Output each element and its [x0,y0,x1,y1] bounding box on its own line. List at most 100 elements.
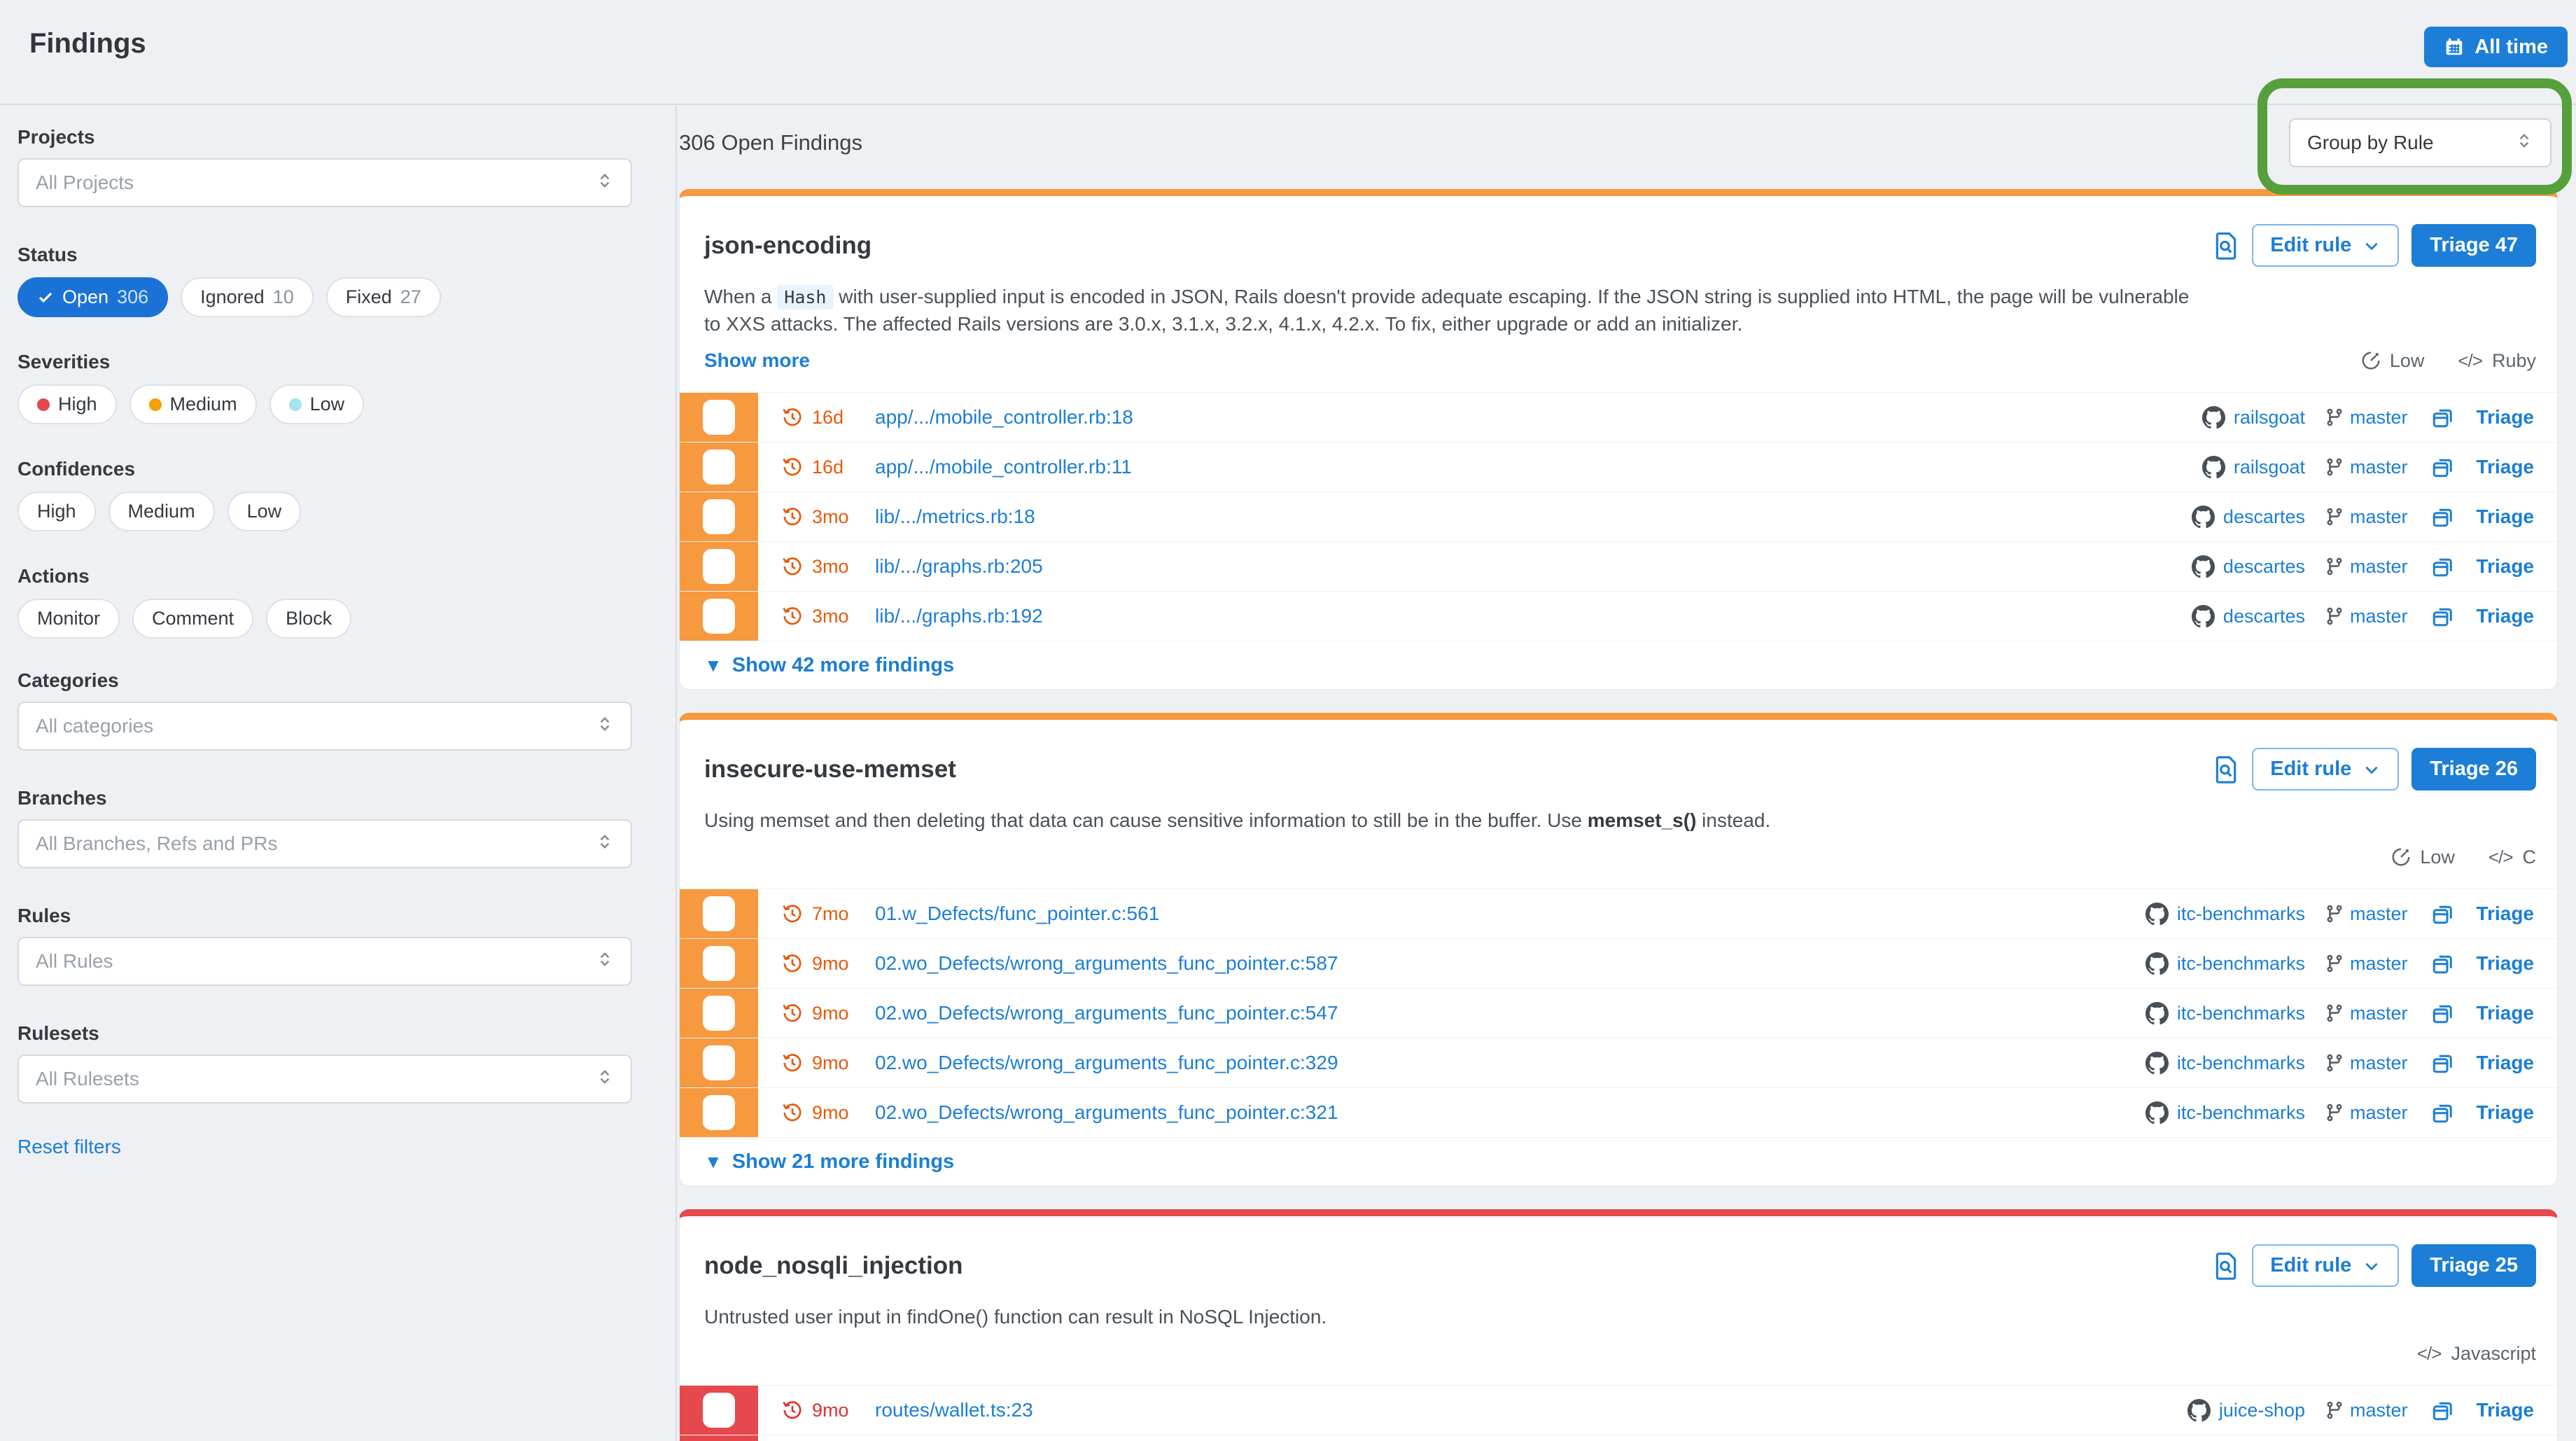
triage-all-button[interactable]: Triage 25 [2412,1244,2536,1287]
open-windows-icon[interactable] [2430,1100,2456,1125]
finding-path-link[interactable]: app/.../mobile_controller.rb:11 [875,456,1132,478]
triage-row-link[interactable]: Triage [2477,1399,2534,1421]
repo-link[interactable]: juice-shop [2219,1400,2305,1421]
finding-checkbox[interactable] [703,1095,735,1130]
rules-select[interactable]: All Rules [18,937,632,986]
show-more-findings[interactable]: ▼ Show 21 more findings [680,1138,2557,1185]
repo-link[interactable]: descartes [2223,556,2305,578]
triage-row-link[interactable]: Triage [2477,506,2534,528]
open-windows-icon[interactable] [2430,1398,2456,1423]
repo-link[interactable]: descartes [2223,506,2305,528]
finding-path-link[interactable]: 02.wo_Defects/wrong_arguments_func_point… [875,952,1338,975]
finding-path-link[interactable]: 02.wo_Defects/wrong_arguments_func_point… [875,1101,1338,1124]
group-by-select[interactable]: Group by Rule [2289,118,2552,167]
triage-row-link[interactable]: Triage [2477,903,2534,925]
finding-checkbox[interactable] [703,1045,735,1080]
finding-checkbox[interactable] [703,450,735,485]
finding-checkbox[interactable] [703,1393,735,1428]
severity-pill-low[interactable]: Low [270,384,365,424]
status-pill-fixed[interactable]: Fixed 27 [326,277,441,317]
finding-path-link[interactable]: 02.wo_Defects/wrong_arguments_func_point… [875,1052,1338,1074]
repo-link[interactable]: railsgoat [2234,457,2305,478]
edit-rule-button[interactable]: Edit rule [2252,748,2399,791]
triage-row-link[interactable]: Triage [2477,406,2534,429]
action-pill-monitor[interactable]: Monitor [18,599,120,639]
branch-link[interactable]: master [2350,606,2408,627]
branches-select[interactable]: All Branches, Refs and PRs [18,819,632,868]
triage-row-link[interactable]: Triage [2477,1002,2534,1024]
triage-row-link[interactable]: Triage [2477,952,2534,975]
rule-docs-icon[interactable] [2213,1251,2239,1281]
branch-link[interactable]: master [2350,1400,2408,1421]
repo-link[interactable]: railsgoat [2234,407,2305,429]
show-more-findings-label[interactable]: Show 42 more findings [732,654,954,677]
finding-path-link[interactable]: 02.wo_Defects/wrong_arguments_func_point… [875,1002,1338,1024]
open-windows-icon[interactable] [2430,1001,2456,1026]
rule-docs-icon[interactable] [2213,231,2239,260]
repo-link[interactable]: descartes [2223,606,2305,627]
triage-all-button[interactable]: Triage 47 [2412,224,2536,267]
branch-link[interactable]: master [2350,457,2408,478]
triage-row-link[interactable]: Triage [2477,555,2534,578]
branch-link[interactable]: master [2350,506,2408,528]
status-pill-ignored[interactable]: Ignored 10 [181,277,314,317]
action-pill-block[interactable]: Block [266,599,351,639]
edit-rule-button[interactable]: Edit rule [2252,1244,2399,1287]
finding-path-link[interactable]: app/.../mobile_controller.rb:18 [875,406,1133,429]
triage-row-link[interactable]: Triage [2477,456,2534,478]
reset-filters-link[interactable]: Reset filters [18,1136,121,1157]
branch-link[interactable]: master [2350,1003,2408,1024]
finding-path-link[interactable]: lib/.../graphs.rb:192 [875,605,1043,627]
finding-checkbox[interactable] [703,996,735,1031]
finding-path-link[interactable]: lib/.../graphs.rb:205 [875,555,1043,578]
edit-rule-button[interactable]: Edit rule [2252,224,2399,267]
open-windows-icon[interactable] [2430,405,2456,430]
show-more-findings-label[interactable]: Show 21 more findings [732,1150,954,1174]
triage-row-link[interactable]: Triage [2477,1052,2534,1074]
finding-checkbox[interactable] [703,599,735,634]
open-windows-icon[interactable] [2430,901,2456,926]
show-more-findings[interactable]: ▼ Show 42 more findings [680,641,2557,689]
all-time-button[interactable]: All time [2424,27,2568,67]
status-pill-open[interactable]: Open 306 [18,277,168,317]
finding-path-link[interactable]: lib/.../metrics.rb:18 [875,506,1035,528]
finding-checkbox[interactable] [703,400,735,435]
finding-checkbox[interactable] [703,946,735,981]
confidence-pill-low[interactable]: Low [227,492,302,531]
finding-path-link[interactable]: 01.w_Defects/func_pointer.c:561 [875,903,1159,925]
triage-all-button[interactable]: Triage 26 [2412,748,2536,791]
open-windows-icon[interactable] [2430,554,2456,579]
finding-checkbox[interactable] [703,896,735,931]
branch-link[interactable]: master [2350,903,2408,925]
branch-link[interactable]: master [2350,953,2408,975]
repo-link[interactable]: itc-benchmarks [2177,903,2305,925]
repo-link[interactable]: itc-benchmarks [2177,1102,2305,1124]
open-windows-icon[interactable] [2430,604,2456,629]
confidence-pill-high[interactable]: High [18,492,96,531]
categories-select[interactable]: All categories [18,702,632,751]
finding-checkbox[interactable] [703,549,735,584]
triage-row-link[interactable]: Triage [2477,1101,2534,1124]
open-windows-icon[interactable] [2430,951,2456,976]
rulesets-select[interactable]: All Rulesets [18,1054,632,1104]
branch-link[interactable]: master [2350,1052,2408,1074]
open-windows-icon[interactable] [2430,1050,2456,1075]
repo-link[interactable]: itc-benchmarks [2177,1052,2305,1074]
branch-link[interactable]: master [2350,407,2408,429]
severity-pill-medium[interactable]: Medium [130,384,257,424]
action-pill-comment[interactable]: Comment [132,599,253,639]
open-windows-icon[interactable] [2430,454,2456,480]
repo-link[interactable]: itc-benchmarks [2177,953,2305,975]
finding-checkbox[interactable] [703,499,735,534]
branch-link[interactable]: master [2350,556,2408,578]
projects-select[interactable]: All Projects [18,158,632,207]
severity-pill-high[interactable]: High [18,384,117,424]
rule-docs-icon[interactable] [2213,755,2239,784]
triage-row-link[interactable]: Triage [2477,605,2534,627]
show-more-link[interactable]: Show more [704,349,810,372]
branch-link[interactable]: master [2350,1102,2408,1124]
confidence-pill-medium[interactable]: Medium [108,492,215,531]
finding-path-link[interactable]: routes/wallet.ts:23 [875,1399,1033,1421]
repo-link[interactable]: itc-benchmarks [2177,1003,2305,1024]
open-windows-icon[interactable] [2430,504,2456,529]
